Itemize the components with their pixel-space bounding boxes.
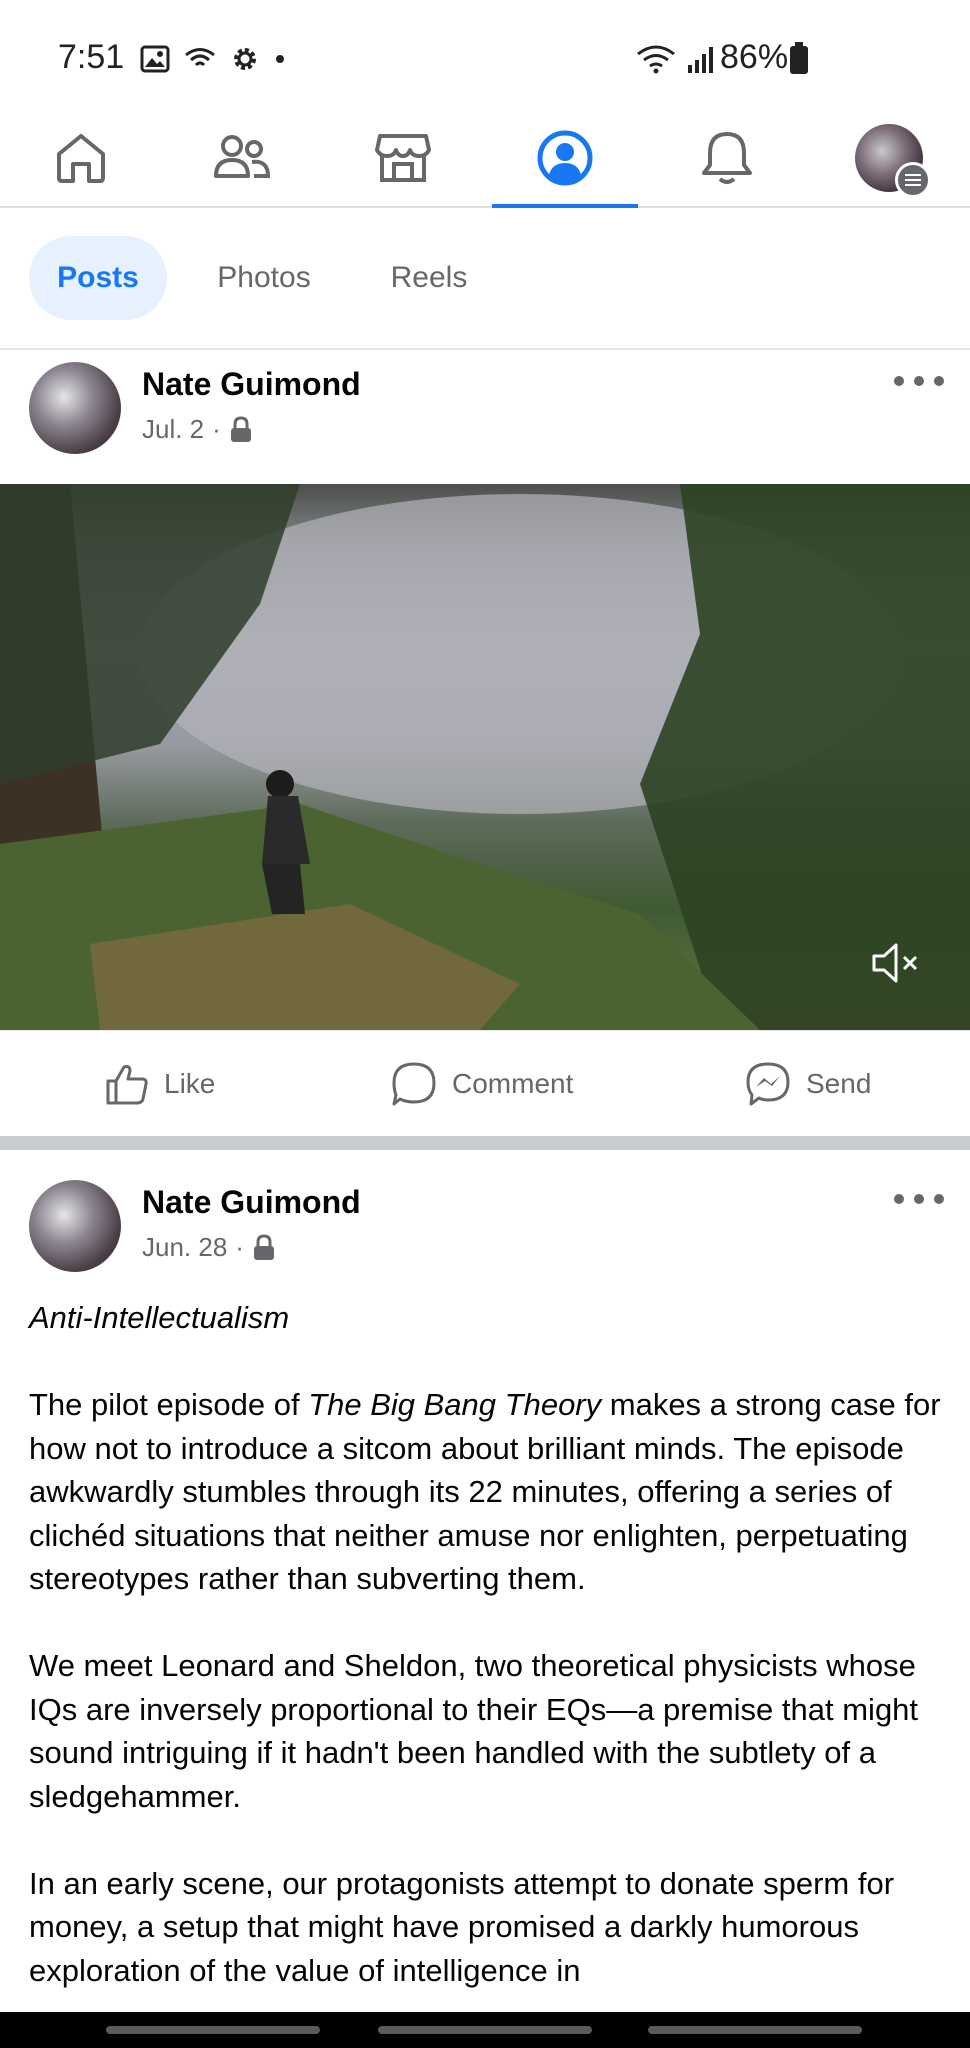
post-paragraph: In an early scene, our protagonists atte…	[29, 1865, 895, 1988]
thumbs-up-icon	[106, 1065, 148, 1105]
profile-icon	[537, 130, 593, 186]
comment-button[interactable]: Comment	[390, 1031, 573, 1137]
comment-bubble-icon	[392, 1062, 436, 1106]
post-divider	[0, 1136, 970, 1150]
nav-marketplace[interactable]	[330, 110, 476, 206]
more-options-button[interactable]	[894, 366, 944, 396]
avatar-menu-icon	[855, 124, 931, 198]
menu-lines-icon	[895, 162, 931, 198]
nav-profile[interactable]	[492, 110, 638, 208]
wifi-icon	[637, 45, 675, 74]
settings-gear-icon	[234, 48, 256, 70]
gallery-icon	[140, 45, 170, 73]
tab-reels[interactable]: Reels	[368, 236, 490, 320]
more-dot-icon	[934, 376, 944, 386]
more-dot-icon	[894, 1194, 904, 1204]
post-video[interactable]	[0, 484, 970, 1030]
status-icons-right	[636, 44, 716, 74]
tab-photos[interactable]: Photos	[196, 236, 332, 320]
signal-icon	[688, 47, 713, 73]
post-header: Nate Guimond Jun. 28 ·	[0, 1170, 970, 1290]
paragraph-text: The pilot episode of	[29, 1387, 309, 1422]
video-scene	[0, 484, 970, 1030]
post-date[interactable]: Jun. 28	[142, 1232, 227, 1263]
meta-separator: ·	[235, 1232, 244, 1262]
send-button[interactable]: Send	[744, 1031, 871, 1137]
bell-icon	[702, 132, 752, 184]
nav-gesture-handle[interactable]	[106, 2026, 320, 2034]
nav-notifications[interactable]	[654, 110, 800, 206]
messenger-icon	[746, 1062, 790, 1106]
system-nav-bar	[0, 2012, 970, 2048]
status-icons-left	[140, 44, 286, 74]
home-icon	[57, 134, 105, 183]
friends-icon	[214, 135, 271, 178]
nav-menu[interactable]	[816, 110, 962, 206]
post-paragraph: We meet Leonard and Sheldon, two theoret…	[29, 1648, 919, 1814]
volume-muted-icon	[872, 943, 918, 983]
marketplace-icon	[375, 134, 431, 182]
post-title: Anti-Intellectualism	[29, 1300, 290, 1335]
meta-separator: ·	[212, 414, 221, 444]
more-dot-icon	[894, 376, 904, 386]
post-header: Nate Guimond Jul. 2 ·	[0, 352, 970, 472]
hotspot-icon	[185, 48, 215, 67]
author-avatar[interactable]	[29, 362, 121, 454]
status-bar: 7:51 86%	[0, 0, 970, 110]
post-meta: Jun. 28 ·	[142, 1232, 276, 1263]
lock-icon	[253, 1233, 274, 1260]
comment-label: Comment	[452, 1068, 574, 1099]
more-dot-icon	[934, 1194, 944, 1204]
nav-gesture-handle[interactable]	[648, 2026, 862, 2034]
mute-button[interactable]	[868, 936, 922, 990]
nav-gesture-handle[interactable]	[378, 2026, 592, 2034]
like-label: Like	[164, 1068, 216, 1099]
post-meta: Jul. 2 ·	[142, 414, 253, 445]
tab-posts[interactable]: Posts	[29, 236, 167, 320]
like-button[interactable]: Like	[104, 1031, 215, 1137]
send-label: Send	[806, 1068, 872, 1099]
battery-icon	[790, 42, 808, 74]
notification-dot-icon	[276, 55, 284, 63]
author-avatar[interactable]	[29, 1180, 121, 1272]
status-time: 7:51	[58, 38, 125, 76]
more-dot-icon	[914, 1194, 924, 1204]
post-paragraph: The pilot episode of The Big Bang Theory…	[29, 1383, 949, 1601]
post-date[interactable]: Jul. 2	[142, 414, 204, 445]
nav-home[interactable]	[8, 110, 154, 206]
author-name[interactable]: Nate Guimond	[142, 1184, 361, 1221]
more-options-button[interactable]	[894, 1184, 944, 1214]
nav-friends[interactable]	[169, 110, 315, 206]
profile-tabs: Posts Photos Reels	[0, 208, 970, 350]
author-name[interactable]: Nate Guimond	[142, 366, 361, 403]
show-title: The Big Bang Theory	[308, 1387, 602, 1422]
top-navigation	[0, 110, 970, 208]
more-dot-icon	[914, 376, 924, 386]
lock-icon	[230, 415, 251, 442]
post-actions: Like Comment Send	[0, 1030, 970, 1137]
post-text: Anti-Intellectualism The pilot episode o…	[29, 1296, 949, 2036]
battery-percent: 86%	[720, 38, 789, 76]
